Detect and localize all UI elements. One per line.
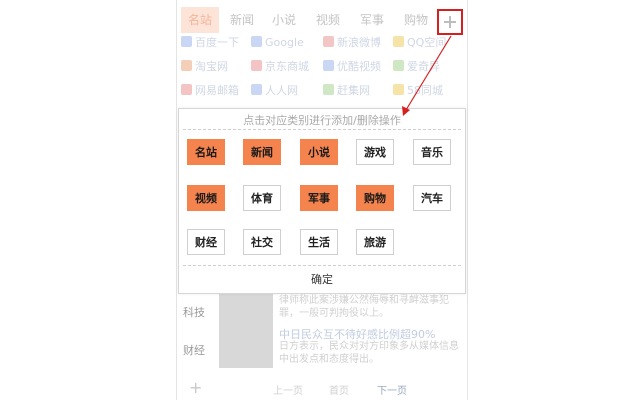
iqiyi-icon xyxy=(393,60,404,71)
58-icon xyxy=(393,84,404,95)
netease-icon xyxy=(181,84,192,95)
category-toggle[interactable]: 旅游 xyxy=(356,229,394,255)
baidu-icon xyxy=(181,36,192,47)
news-description: 日方表示，民众对对方印象多从媒体信息中出发点和态度得出。 xyxy=(279,341,459,365)
ganji-icon xyxy=(323,84,334,95)
site-link-2[interactable]: 新浪微博 xyxy=(323,35,381,51)
category-toggle[interactable]: 生活 xyxy=(300,229,338,255)
site-link-9[interactable]: 人人网 xyxy=(251,83,298,99)
weibo-icon xyxy=(323,36,334,47)
category-toggle[interactable]: 社交 xyxy=(243,229,281,255)
category-edit-dialog: 点击对应类别进行添加/删除操作 名站 新闻 小说 游戏 音乐 视频 体育 军事 … xyxy=(178,108,466,294)
youku-icon xyxy=(323,60,334,71)
category-toggle[interactable]: 新闻 xyxy=(243,139,281,165)
tab-4[interactable]: 军事 xyxy=(353,7,391,33)
qzone-icon xyxy=(393,36,404,47)
category-toggle[interactable]: 游戏 xyxy=(356,139,394,165)
prev-page-link[interactable]: 上一页 xyxy=(273,382,303,397)
pagination: + 上一页 首页 下一页 xyxy=(177,378,467,398)
tab-1[interactable]: 新闻 xyxy=(223,7,261,33)
site-link-5[interactable]: 京东商城 xyxy=(251,59,309,75)
divider xyxy=(183,129,461,130)
home-page-link[interactable]: 首页 xyxy=(329,382,349,397)
next-page-link[interactable]: 下一页 xyxy=(377,382,407,397)
site-link-7[interactable]: 爱奇异 xyxy=(393,59,440,75)
tab-3[interactable]: 视频 xyxy=(309,7,347,33)
tab-0[interactable]: 名站 xyxy=(181,7,219,33)
category-tabs: 名站 新闻 小说 视频 军事 购物 xyxy=(177,3,467,35)
category-toggle[interactable]: 小说 xyxy=(300,139,338,165)
jd-icon xyxy=(251,60,262,71)
divider xyxy=(183,265,461,266)
category-toggle[interactable]: 名站 xyxy=(187,139,225,165)
renren-icon xyxy=(251,84,262,95)
google-icon xyxy=(251,36,262,47)
category-toggle[interactable]: 财经 xyxy=(187,229,225,255)
category-toggle[interactable]: 购物 xyxy=(356,185,394,211)
site-link-11[interactable]: 58同城 xyxy=(393,83,443,99)
category-toggle[interactable]: 汽车 xyxy=(413,185,451,211)
tab-5[interactable]: 购物 xyxy=(397,7,435,33)
add-category-button[interactable] xyxy=(437,9,463,35)
category-toggle[interactable]: 体育 xyxy=(243,185,281,211)
site-link-10[interactable]: 赶集网 xyxy=(323,83,370,99)
tab-2[interactable]: 小说 xyxy=(265,7,303,33)
news-thumbnail xyxy=(219,328,273,368)
site-link-6[interactable]: 优酷视频 xyxy=(323,59,381,75)
taobao-icon xyxy=(181,60,192,71)
news-item[interactable]: 财经 中日民众互不待好感比例超90% 日方表示，民众对对方印象多从媒体信息中出发… xyxy=(177,322,467,378)
category-toggle[interactable]: 音乐 xyxy=(413,139,451,165)
dialog-hint: 点击对应类别进行添加/删除操作 xyxy=(243,114,401,127)
category-toggle[interactable]: 视频 xyxy=(187,185,225,211)
news-description: 律师称此案涉嫌公然侮辱和寻衅滋事犯罪，一般可判拘役以上。 xyxy=(279,295,449,319)
site-link-4[interactable]: 淘宝网 xyxy=(181,59,228,75)
confirm-button[interactable]: 确定 xyxy=(179,269,465,291)
site-link-0[interactable]: 百度一下 xyxy=(181,35,239,51)
site-link-8[interactable]: 网易邮箱 xyxy=(181,83,239,99)
plus-icon[interactable]: + xyxy=(189,378,202,397)
category-toggle[interactable]: 军事 xyxy=(300,185,338,211)
site-link-3[interactable]: QQ空间 xyxy=(393,35,446,51)
news-category: 财经 xyxy=(183,344,205,357)
news-category: 科技 xyxy=(183,306,205,319)
site-link-1[interactable]: Google xyxy=(251,35,304,51)
